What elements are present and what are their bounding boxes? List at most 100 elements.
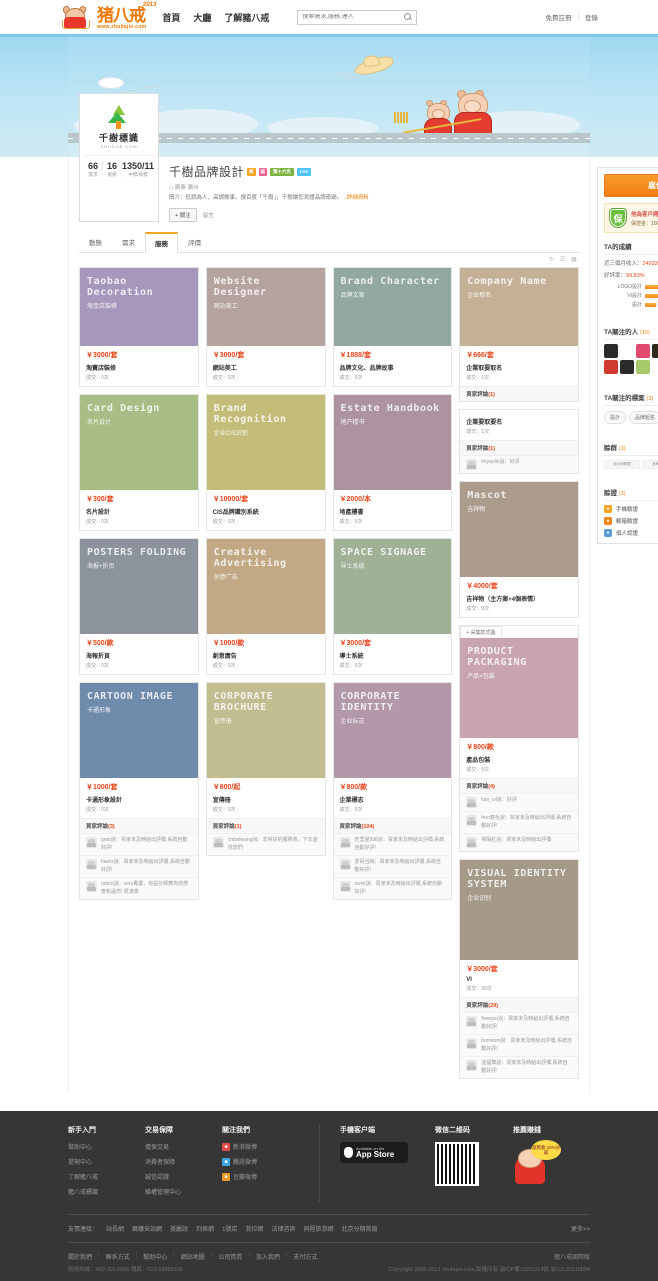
register-link[interactable]: 免費註冊	[545, 12, 571, 22]
message-link[interactable]: 留言	[203, 211, 214, 219]
search-icon[interactable]	[404, 13, 412, 21]
follow-button[interactable]: + 關注	[169, 208, 197, 222]
following-avatar[interactable]	[620, 360, 634, 374]
footer-link[interactable]: 誠信認證	[145, 1172, 222, 1181]
search-box[interactable]	[297, 9, 418, 25]
following-avatar[interactable]	[636, 360, 650, 374]
following-avatar[interactable]	[652, 344, 658, 358]
service-thumbnail[interactable]: POSTERS FOLDING 海报+折页	[80, 539, 198, 634]
more-details-link[interactable]: ..詳細資料	[344, 195, 369, 201]
service-thumbnail[interactable]: VISUAL IDENTITY SYSTEM 企业识别	[460, 860, 578, 960]
nav-link-hall[interactable]: 大廳	[193, 11, 211, 24]
footer-bottom-link[interactable]: 加入我們	[256, 1252, 280, 1261]
footer-link[interactable]: 幫助中心	[68, 1142, 145, 1151]
group-item[interactable]: 品牌设计师	[643, 460, 658, 469]
collect-style-button[interactable]: + 采集款式圖	[460, 626, 502, 638]
service-card[interactable]: 企業要取要名 成交：1次 買家評論(1) lmyaolin說：好評	[459, 409, 579, 474]
service-card[interactable]: CORPORATE IDENTITY 企业标志 ￥800/款 企業標志 成交：0次 買家評…	[332, 682, 453, 900]
site-logo[interactable]: 2013 猪八戒 www.zhubajie.com	[61, 2, 156, 30]
following-avatar[interactable]	[620, 344, 634, 358]
service-card[interactable]: Mascot 吉祥物 ￥4000/套 吉祥物（主方案+4個表情） 成交：0次	[459, 481, 579, 618]
footer-link[interactable]: 豬八戒標識	[68, 1187, 145, 1196]
login-link[interactable]: 登錄	[585, 12, 598, 22]
service-card[interactable]: Company Name 企业取名 ￥666/套 企業取要取名 成交：1次 買家評論(1)	[459, 267, 579, 402]
service-card[interactable]: SPACE SIGNAGE 导士系统 ￥3000/套 導士系統 成交：0次	[332, 538, 453, 675]
service-thumbnail[interactable]: Brand Character 品牌文案	[333, 268, 452, 346]
service-thumbnail[interactable]: Mascot 吉祥物	[460, 482, 578, 577]
hire-button[interactable]: 雇傭TA	[604, 174, 658, 197]
footer-bottom-link[interactable]: 關於我們	[68, 1252, 92, 1261]
service-thumbnail[interactable]: Creative Advertising 创意广告	[206, 539, 325, 634]
service-card[interactable]: Estate Handbook 地产楼书 ￥2000/本 地產樓書 成交：0次	[332, 394, 453, 531]
nav-link-about[interactable]: 了解豬八戒	[224, 11, 269, 24]
international-version[interactable]: 豬八戒國際版	[554, 1252, 590, 1261]
service-card[interactable]: Brand Character 品牌文案 ￥1888/套 品牌文化、品牌故事 成交：0次	[332, 267, 453, 387]
search-input[interactable]	[302, 14, 405, 20]
grid-view-icon[interactable]: ▦	[571, 257, 577, 263]
avatar[interactable]: 千樹標識 SHUZOB.COM	[84, 98, 154, 156]
footer-link[interactable]: 提現中心	[68, 1157, 145, 1166]
list-view-icon[interactable]: ☰	[560, 257, 566, 263]
service-thumbnail[interactable]: CORPORATE IDENTITY 企业标志	[333, 683, 452, 778]
footer-social-link[interactable]: ■ 騰訊微博	[222, 1157, 299, 1166]
tab-service[interactable]: 服務	[145, 232, 178, 253]
footer-bottom-link[interactable]: 幫助中心	[143, 1252, 167, 1261]
service-card[interactable]: Brand Recognition 企业CIS识别 ￥10000/套 CIS品牌識別系…	[205, 394, 326, 531]
footer-link[interactable]: 擔保交易	[145, 1142, 222, 1151]
friend-link[interactable]: 列表網	[196, 1224, 214, 1233]
all-link-achievements[interactable]: 全部	[604, 311, 658, 318]
footer-link[interactable]: 了解豬八戒	[68, 1172, 145, 1181]
friend-link[interactable]: 我拉網	[245, 1224, 263, 1233]
following-avatar[interactable]	[604, 344, 618, 358]
friend-link[interactable]: 站長網	[106, 1224, 124, 1233]
service-thumbnail[interactable]: Taobao Decoration 淘宝店装修	[80, 268, 198, 346]
tab-review[interactable]: 評價	[178, 232, 211, 253]
app-store-button[interactable]: Available on the App Store	[340, 1142, 408, 1163]
service-card[interactable]: CORPORATE BROCHURE 宣传册 ￥800/起 宣傳冊 成交：0次 買家評論(…	[205, 682, 326, 856]
footer-social-link[interactable]: ■ 豆瓣微博	[222, 1172, 299, 1181]
service-thumbnail[interactable]: Brand Recognition 企业CIS识别	[206, 395, 325, 490]
nav-link-home[interactable]: 首頁	[162, 11, 180, 24]
friend-link[interactable]: 美麗說	[170, 1224, 188, 1233]
interest-tag[interactable]: 設計	[604, 411, 627, 424]
service-card[interactable]: Creative Advertising 创意广告 ￥1000/款 創意廣告 成交：0次	[205, 538, 326, 675]
service-card[interactable]: Taobao Decoration 淘宝店装修 ￥3000/套 淘寶店裝修 成交：0次	[79, 267, 199, 387]
service-thumbnail[interactable]: Company Name 企业取名	[460, 268, 578, 346]
friend-link[interactable]: 螞蟻采站網	[132, 1224, 162, 1233]
following-avatar[interactable]	[604, 360, 618, 374]
service-card[interactable]: Website Designer 网站美工 ￥3000/套 網站美工 成交：0次	[205, 267, 326, 387]
service-card[interactable]: Card Design 名片设计 ￥300/套 名片設計 成交：0次	[79, 394, 199, 531]
friend-link[interactable]: 同程旅游網	[303, 1224, 333, 1233]
friend-link[interactable]: 北京分期首扇	[341, 1224, 377, 1233]
all-link-following[interactable]: 全部	[604, 377, 658, 384]
service-card[interactable]: + 采集款式圖 PRODUCT PACKAGING 产品+包装 ￥800/款 產品包裝成…	[459, 625, 579, 852]
footer-bottom-link[interactable]: 網站地圖	[181, 1252, 205, 1261]
service-thumbnail[interactable]: CORPORATE BROCHURE 宣传册	[206, 683, 325, 778]
service-card[interactable]: POSTERS FOLDING 海报+折页 ￥500/款 海報折頁 成交：0次	[79, 538, 199, 675]
footer-bottom-link[interactable]: 支付方式	[293, 1252, 317, 1261]
all-link-tags[interactable]: 全部	[604, 427, 658, 434]
footer-social-link[interactable]: ■ 新浪微博	[222, 1142, 299, 1151]
service-thumbnail[interactable]: SPACE SIGNAGE 导士系统	[333, 539, 452, 634]
service-thumbnail[interactable]: Website Designer 网站美工	[206, 268, 325, 346]
interest-tag[interactable]: 品牌起名	[629, 411, 658, 424]
friend-link[interactable]: 1號店	[222, 1224, 237, 1233]
group-item[interactable]: 设计师联盟	[604, 460, 640, 469]
all-link-groups[interactable]: 全部	[604, 472, 658, 479]
footer-bottom-link[interactable]: 公司資質	[218, 1252, 242, 1261]
service-card[interactable]: CARTOON IMAGE 卡通形象 ￥1000/套 卡通形象設計 成交：0次 買家評論(…	[79, 682, 199, 900]
more-links[interactable]: 更多>>	[571, 1224, 590, 1233]
footer-link[interactable]: 消費者保障	[145, 1157, 222, 1166]
refresh-icon[interactable]: ↻	[549, 257, 555, 263]
service-card[interactable]: VISUAL IDENTITY SYSTEM 企业识别 ￥3000/套 VI 成交：30…	[459, 859, 579, 1079]
tab-dynamic[interactable]: 動態	[79, 232, 112, 253]
footer-link[interactable]: 維權管理中心	[145, 1187, 222, 1196]
following-avatar[interactable]	[636, 344, 650, 358]
footer-bottom-link[interactable]: 聯系方式	[106, 1252, 130, 1261]
service-thumbnail[interactable]: Card Design 名片设计	[80, 395, 198, 490]
service-thumbnail[interactable]: PRODUCT PACKAGING 产品+包装	[460, 638, 578, 738]
service-thumbnail[interactable]: CARTOON IMAGE 卡通形象	[80, 683, 198, 778]
friend-link[interactable]: 法律咨詢	[271, 1224, 295, 1233]
tab-demand[interactable]: 需求	[112, 232, 145, 253]
service-thumbnail[interactable]: Estate Handbook 地产楼书	[333, 395, 452, 490]
